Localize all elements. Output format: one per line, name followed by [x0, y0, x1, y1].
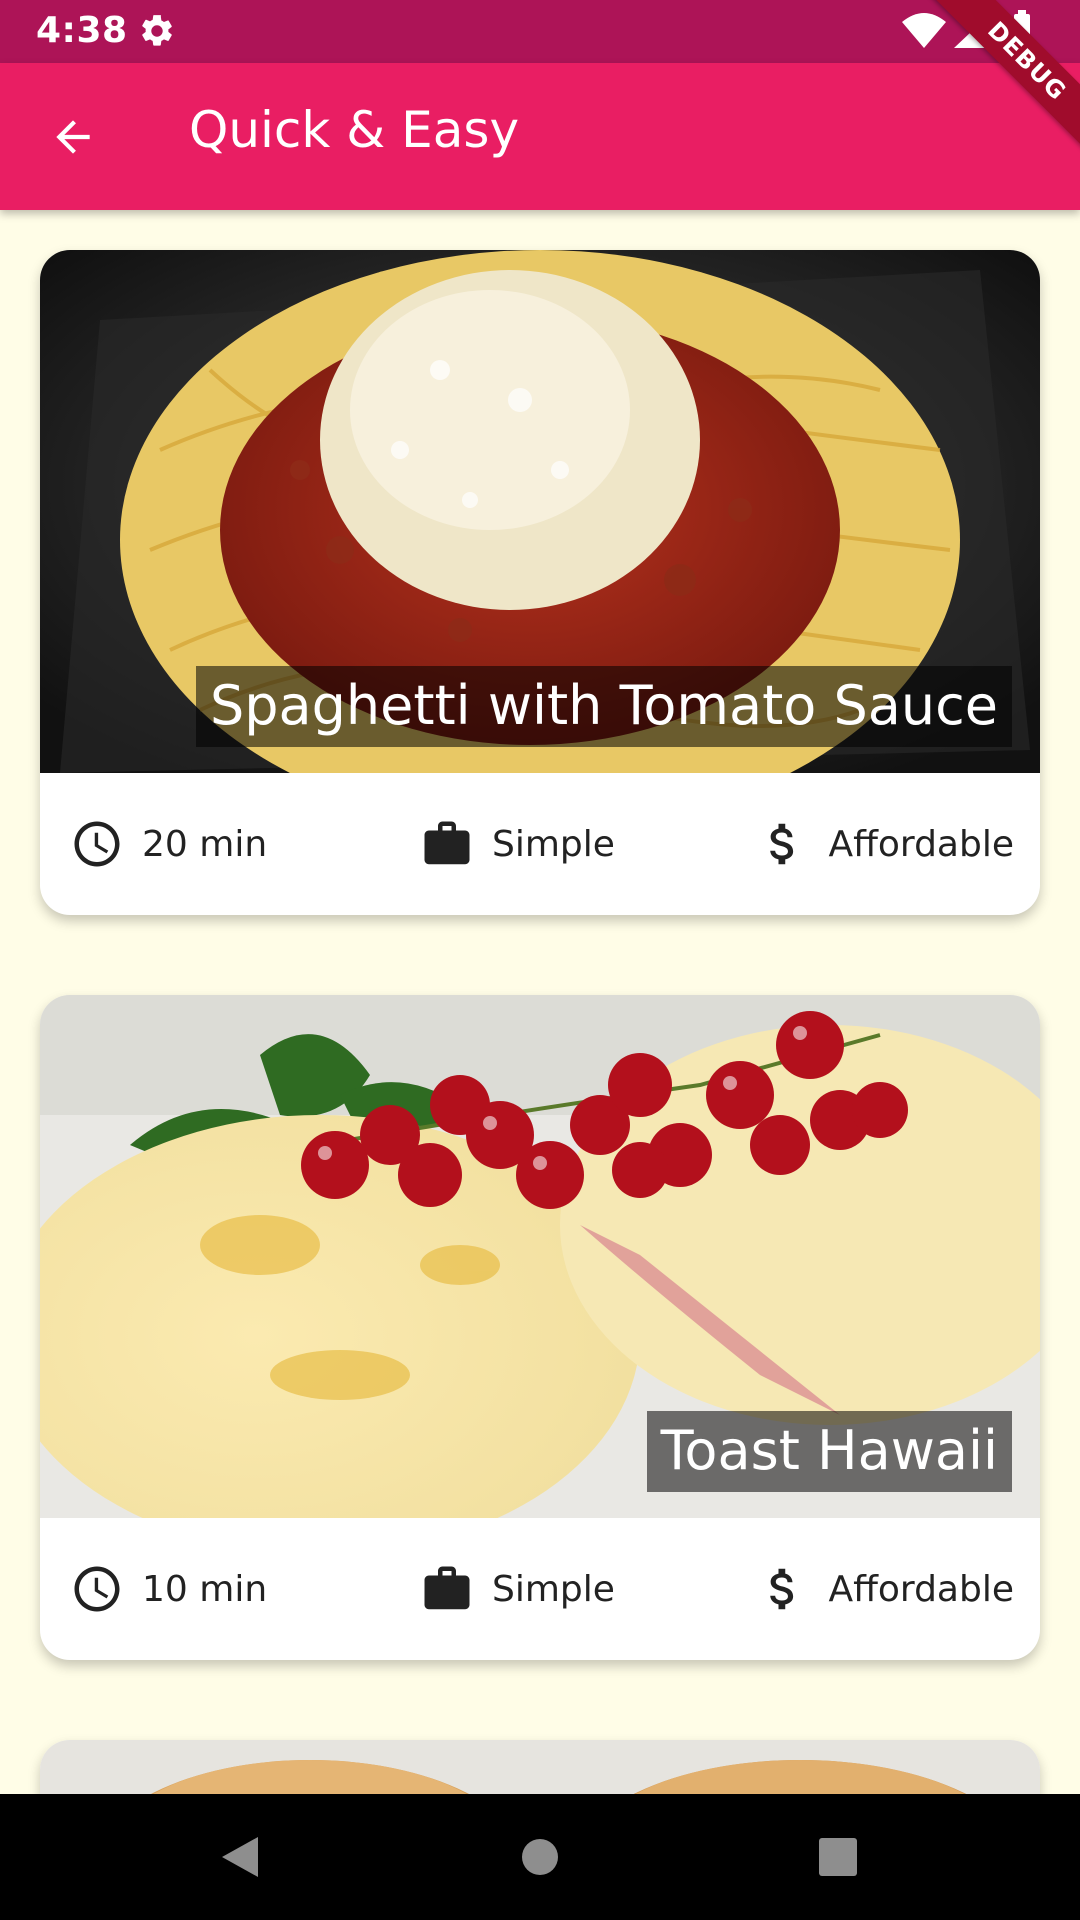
complexity-info: Simple [420, 773, 615, 915]
system-nav-bar [0, 1794, 1080, 1920]
recents-square-icon [819, 1838, 857, 1876]
page-title: Quick & Easy [189, 101, 520, 159]
clock-icon [70, 817, 124, 871]
app-bar: Quick & Easy [0, 63, 1080, 210]
nav-back-button[interactable] [200, 1817, 280, 1897]
affordability-info: Affordable [756, 1518, 1014, 1660]
meal-image: Toast Hawaii [40, 995, 1040, 1518]
status-time: 4:38 [36, 10, 128, 51]
affordability-label: Affordable [828, 823, 1014, 865]
status-bar: 4:38 [0, 0, 1080, 63]
arrow-back-icon [56, 120, 90, 154]
meal-image: Spaghetti with Tomato Sauce [40, 250, 1040, 773]
complexity-label: Simple [492, 1568, 615, 1610]
home-circle-icon [522, 1839, 558, 1875]
back-triangle-icon [222, 1837, 258, 1877]
meal-card[interactable]: Toast Hawaii 10 min Simple Affordable [40, 995, 1040, 1660]
meal-info-row: 20 min Simple Affordable [40, 773, 1040, 915]
complexity-info: Simple [420, 1518, 615, 1660]
screen: 4:38 DEBUG Quick & Easy Spaghetti with T… [0, 0, 1080, 1920]
complexity-label: Simple [492, 823, 615, 865]
dollar-icon [756, 817, 810, 871]
meal-list[interactable]: Spaghetti with Tomato Sauce 20 min Simpl… [0, 210, 1080, 1794]
meal-card-partial[interactable] [40, 1740, 1040, 1794]
meal-title: Spaghetti with Tomato Sauce [195, 666, 1012, 747]
duration-info: 20 min [70, 773, 267, 915]
duration-label: 10 min [142, 1568, 268, 1610]
meal-card[interactable]: Spaghetti with Tomato Sauce 20 min Simpl… [40, 250, 1040, 915]
back-button[interactable] [34, 101, 112, 173]
meal-title: Toast Hawaii [646, 1411, 1012, 1492]
clock-icon [70, 1562, 124, 1616]
meal-info-row: 10 min Simple Affordable [40, 1518, 1040, 1660]
affordability-info: Affordable [756, 773, 1014, 915]
meal-image [40, 1740, 1040, 1794]
gear-icon [138, 12, 176, 50]
briefcase-icon [420, 1562, 474, 1616]
nav-home-button[interactable] [500, 1817, 580, 1897]
nav-recents-button[interactable] [798, 1817, 878, 1897]
duration-label: 20 min [142, 823, 268, 865]
affordability-label: Affordable [828, 1568, 1014, 1610]
dollar-icon [756, 1562, 810, 1616]
briefcase-icon [420, 817, 474, 871]
wifi-icon [902, 13, 946, 48]
duration-info: 10 min [70, 1518, 267, 1660]
